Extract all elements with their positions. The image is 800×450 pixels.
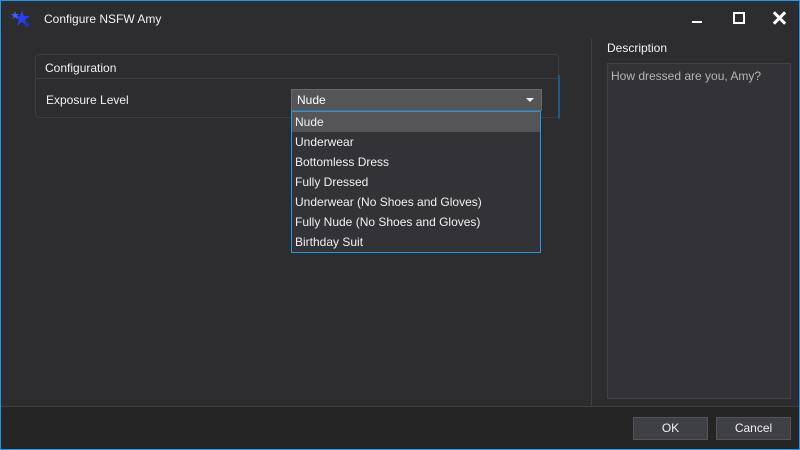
ok-button[interactable]: OK	[633, 417, 708, 440]
description-text: How dressed are you, Amy?	[611, 69, 762, 83]
exposure-level-combobox[interactable]: Nude	[291, 89, 542, 111]
chevron-down-icon[interactable]	[526, 98, 534, 102]
dropdown-option-fully-dressed[interactable]: Fully Dressed	[292, 172, 540, 192]
title-bar[interactable]: Configure NSFW Amy	[1, 1, 799, 36]
maximize-button[interactable]	[724, 4, 754, 32]
maximize-icon	[733, 12, 745, 24]
configuration-group-header: Configuration	[36, 55, 558, 79]
panel-divider[interactable]	[591, 39, 592, 405]
dialog-footer: OK Cancel	[1, 406, 799, 449]
dropdown-option-birthday-suit[interactable]: Birthday Suit	[292, 232, 540, 252]
exposure-level-label: Exposure Level	[46, 93, 129, 107]
minimize-button[interactable]	[682, 4, 712, 32]
exposure-level-selected-value: Nude	[297, 93, 326, 107]
dropdown-option-bottomless-dress[interactable]: Bottomless Dress	[292, 152, 540, 172]
dropdown-option-fully-nude-no-shoes-gloves[interactable]: Fully Nude (No Shoes and Gloves)	[292, 212, 540, 232]
dropdown-option-underwear[interactable]: Underwear	[292, 132, 540, 152]
stars-icon	[11, 10, 31, 28]
window-title: Configure NSFW Amy	[44, 12, 162, 26]
configuration-group: Configuration Exposure Level Nude	[35, 54, 560, 119]
cancel-button[interactable]: Cancel	[716, 417, 791, 440]
configuration-group-title: Configuration	[45, 61, 117, 75]
dialog-window: Configure NSFW Amy Configuration Exposur…	[0, 0, 800, 450]
description-label: Description	[607, 41, 668, 55]
description-box: How dressed are you, Amy?	[607, 63, 791, 399]
dropdown-option-underwear-no-shoes-gloves[interactable]: Underwear (No Shoes and Gloves)	[292, 192, 540, 212]
close-button[interactable]	[764, 4, 794, 32]
close-icon	[772, 11, 786, 25]
exposure-level-dropdown-list: Nude Underwear Bottomless Dress Fully Dr…	[291, 111, 541, 253]
minimize-icon	[692, 21, 702, 23]
dropdown-option-nude[interactable]: Nude	[292, 112, 540, 132]
